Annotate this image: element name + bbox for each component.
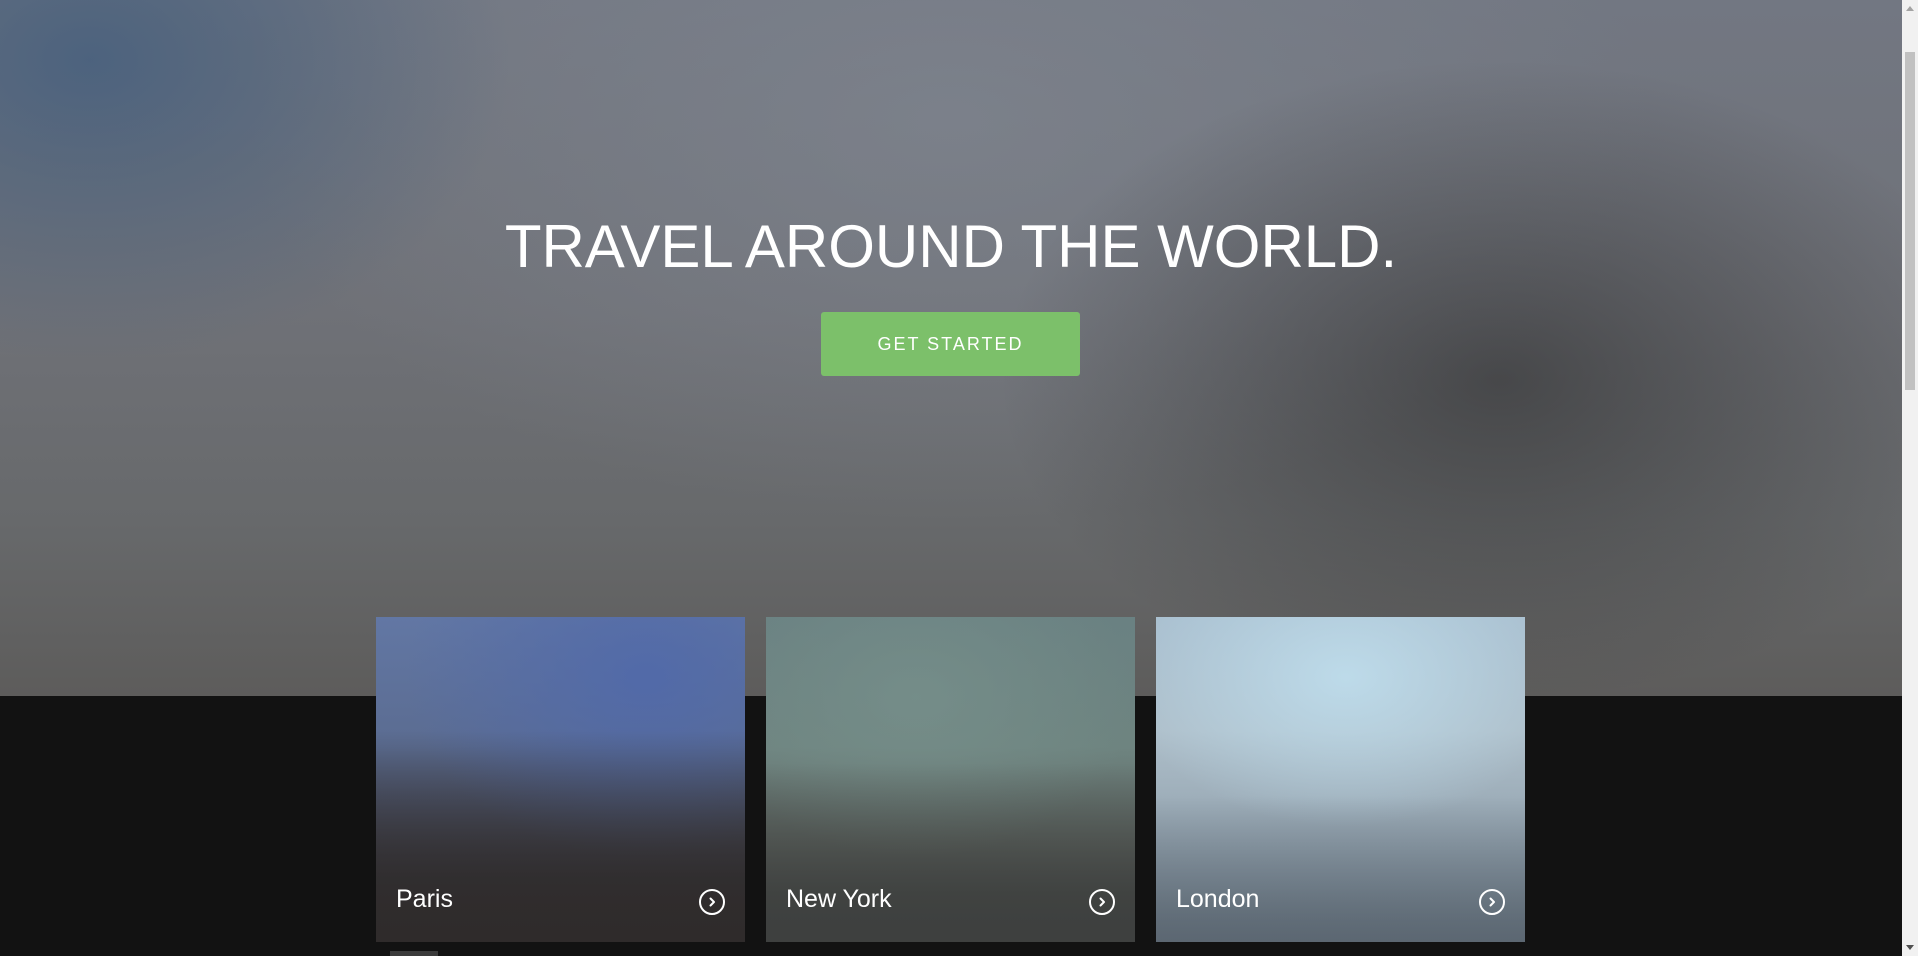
chevron-right-circle-icon[interactable] xyxy=(699,889,725,915)
chevron-right-circle-icon[interactable] xyxy=(1089,889,1115,915)
page: TRAVEL AROUND THE WORLD. GET STARTED Par… xyxy=(0,0,1918,956)
destination-card-label: London xyxy=(1176,885,1260,913)
destination-card-london[interactable]: London xyxy=(1156,617,1525,942)
scroll-down-arrow-icon[interactable] xyxy=(1902,940,1918,956)
destination-cards: Paris New York London xyxy=(376,617,1526,942)
destination-card-paris[interactable]: Paris xyxy=(376,617,745,942)
destination-card-label: Paris xyxy=(396,885,453,913)
scrollbar-thumb[interactable] xyxy=(1905,52,1915,390)
scroll-up-arrow-icon[interactable] xyxy=(1902,0,1918,16)
get-started-button[interactable]: GET STARTED xyxy=(821,312,1080,376)
horizontal-scroll-indicator xyxy=(390,951,438,956)
hero-title: TRAVEL AROUND THE WORLD. xyxy=(504,213,1398,280)
destination-card-new-york[interactable]: New York xyxy=(766,617,1135,942)
chevron-right-circle-icon[interactable] xyxy=(1479,889,1505,915)
hero-section: TRAVEL AROUND THE WORLD. GET STARTED xyxy=(0,0,1902,696)
destination-card-label: New York xyxy=(786,885,892,913)
vertical-scrollbar[interactable] xyxy=(1902,0,1918,956)
